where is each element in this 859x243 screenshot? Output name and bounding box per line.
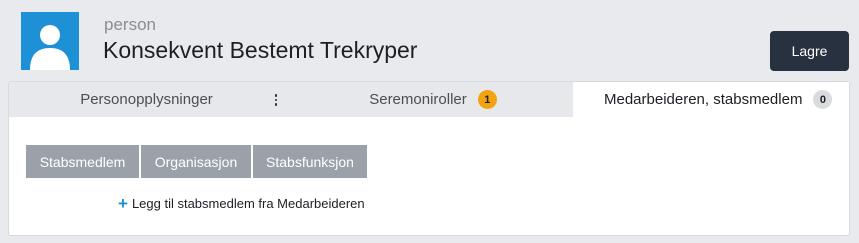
tab-label: Medarbeideren, stabsmedlem [604,91,803,108]
plus-icon: + [118,194,128,213]
tab-seremoniroller[interactable]: Seremoniroller 1 [294,82,572,117]
tab-medarbeideren-stabsmedlem[interactable]: Medarbeideren, stabsmedlem 0 [573,82,849,117]
avatar [21,12,79,70]
save-button[interactable]: Lagre [770,31,849,71]
add-staff-member-link[interactable]: + Legg til stabsmedlem fra Medarbeideren [118,195,365,212]
tab-personopplysninger[interactable]: Personopplysninger [9,82,294,117]
column-header-stabsmedlem[interactable]: Stabsmedlem [26,145,139,178]
count-badge: 0 [813,90,833,109]
person-icon [30,25,70,70]
entity-type-label: person [104,15,156,34]
column-header-organisasjon[interactable]: Organisasjon [141,145,251,178]
more-options-icon[interactable] [268,90,284,110]
add-link-label: Legg til stabsmedlem fra Medarbeideren [131,196,365,211]
table-header: Stabsmedlem Organisasjon Stabsfunksjon [26,145,367,178]
tab-bar: Personopplysninger Seremoniroller 1 Meda… [9,82,849,117]
column-header-stabsfunksjon[interactable]: Stabsfunksjon [253,145,367,178]
tab-label: Personopplysninger [80,91,213,108]
tab-label: Seremoniroller [369,91,467,108]
count-badge: 1 [477,90,497,109]
page-title: Konsekvent Bestemt Trekryper [103,37,418,63]
content-panel: Personopplysninger Seremoniroller 1 Meda… [8,81,850,236]
